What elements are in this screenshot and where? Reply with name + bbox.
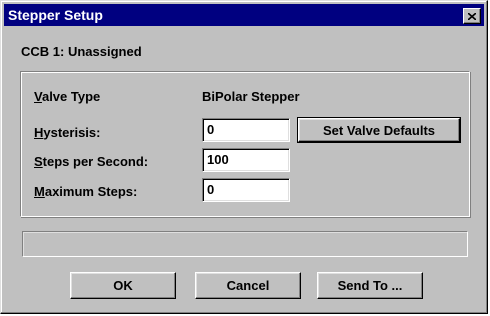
maximum-steps-label: Maximum Steps: [34, 184, 137, 199]
valve-type-label: Valve Type [34, 89, 100, 104]
send-to-button[interactable]: Send To ... [317, 272, 423, 299]
title-bar[interactable]: Stepper Setup [4, 4, 484, 26]
maximum-steps-input[interactable]: 0 [202, 178, 290, 202]
valve-type-label-text: alve Type [41, 89, 101, 104]
status-bar [22, 231, 468, 257]
steps-per-second-input[interactable]: 100 [202, 148, 290, 172]
hysteresis-accelerator: H [34, 125, 44, 140]
hysteresis-label-text: ysterisis: [43, 125, 101, 140]
set-valve-defaults-button[interactable]: Set Valve Defaults [297, 117, 461, 143]
close-icon [468, 12, 476, 20]
hysteresis-label: Hysterisis: [34, 125, 100, 140]
maximum-steps-label-text: aximum Steps: [44, 184, 138, 199]
ok-button[interactable]: OK [70, 272, 176, 299]
steps-per-second-accelerator: S [34, 154, 43, 169]
close-button[interactable] [463, 8, 481, 24]
ccb-label: CCB 1: Unassigned [21, 44, 142, 59]
cancel-button[interactable]: Cancel [195, 272, 301, 299]
maximum-steps-accelerator: M [34, 184, 45, 199]
window-title: Stepper Setup [8, 7, 103, 23]
valve-type-accelerator: V [34, 89, 42, 104]
stepper-setup-dialog: Stepper Setup CCB 1: Unassigned Valve Ty… [0, 0, 488, 314]
valve-type-value: BiPolar Stepper [202, 89, 300, 104]
steps-per-second-label-text: teps per Second: [42, 154, 149, 169]
steps-per-second-label: Steps per Second: [34, 154, 148, 169]
hysteresis-input[interactable]: 0 [202, 118, 290, 142]
